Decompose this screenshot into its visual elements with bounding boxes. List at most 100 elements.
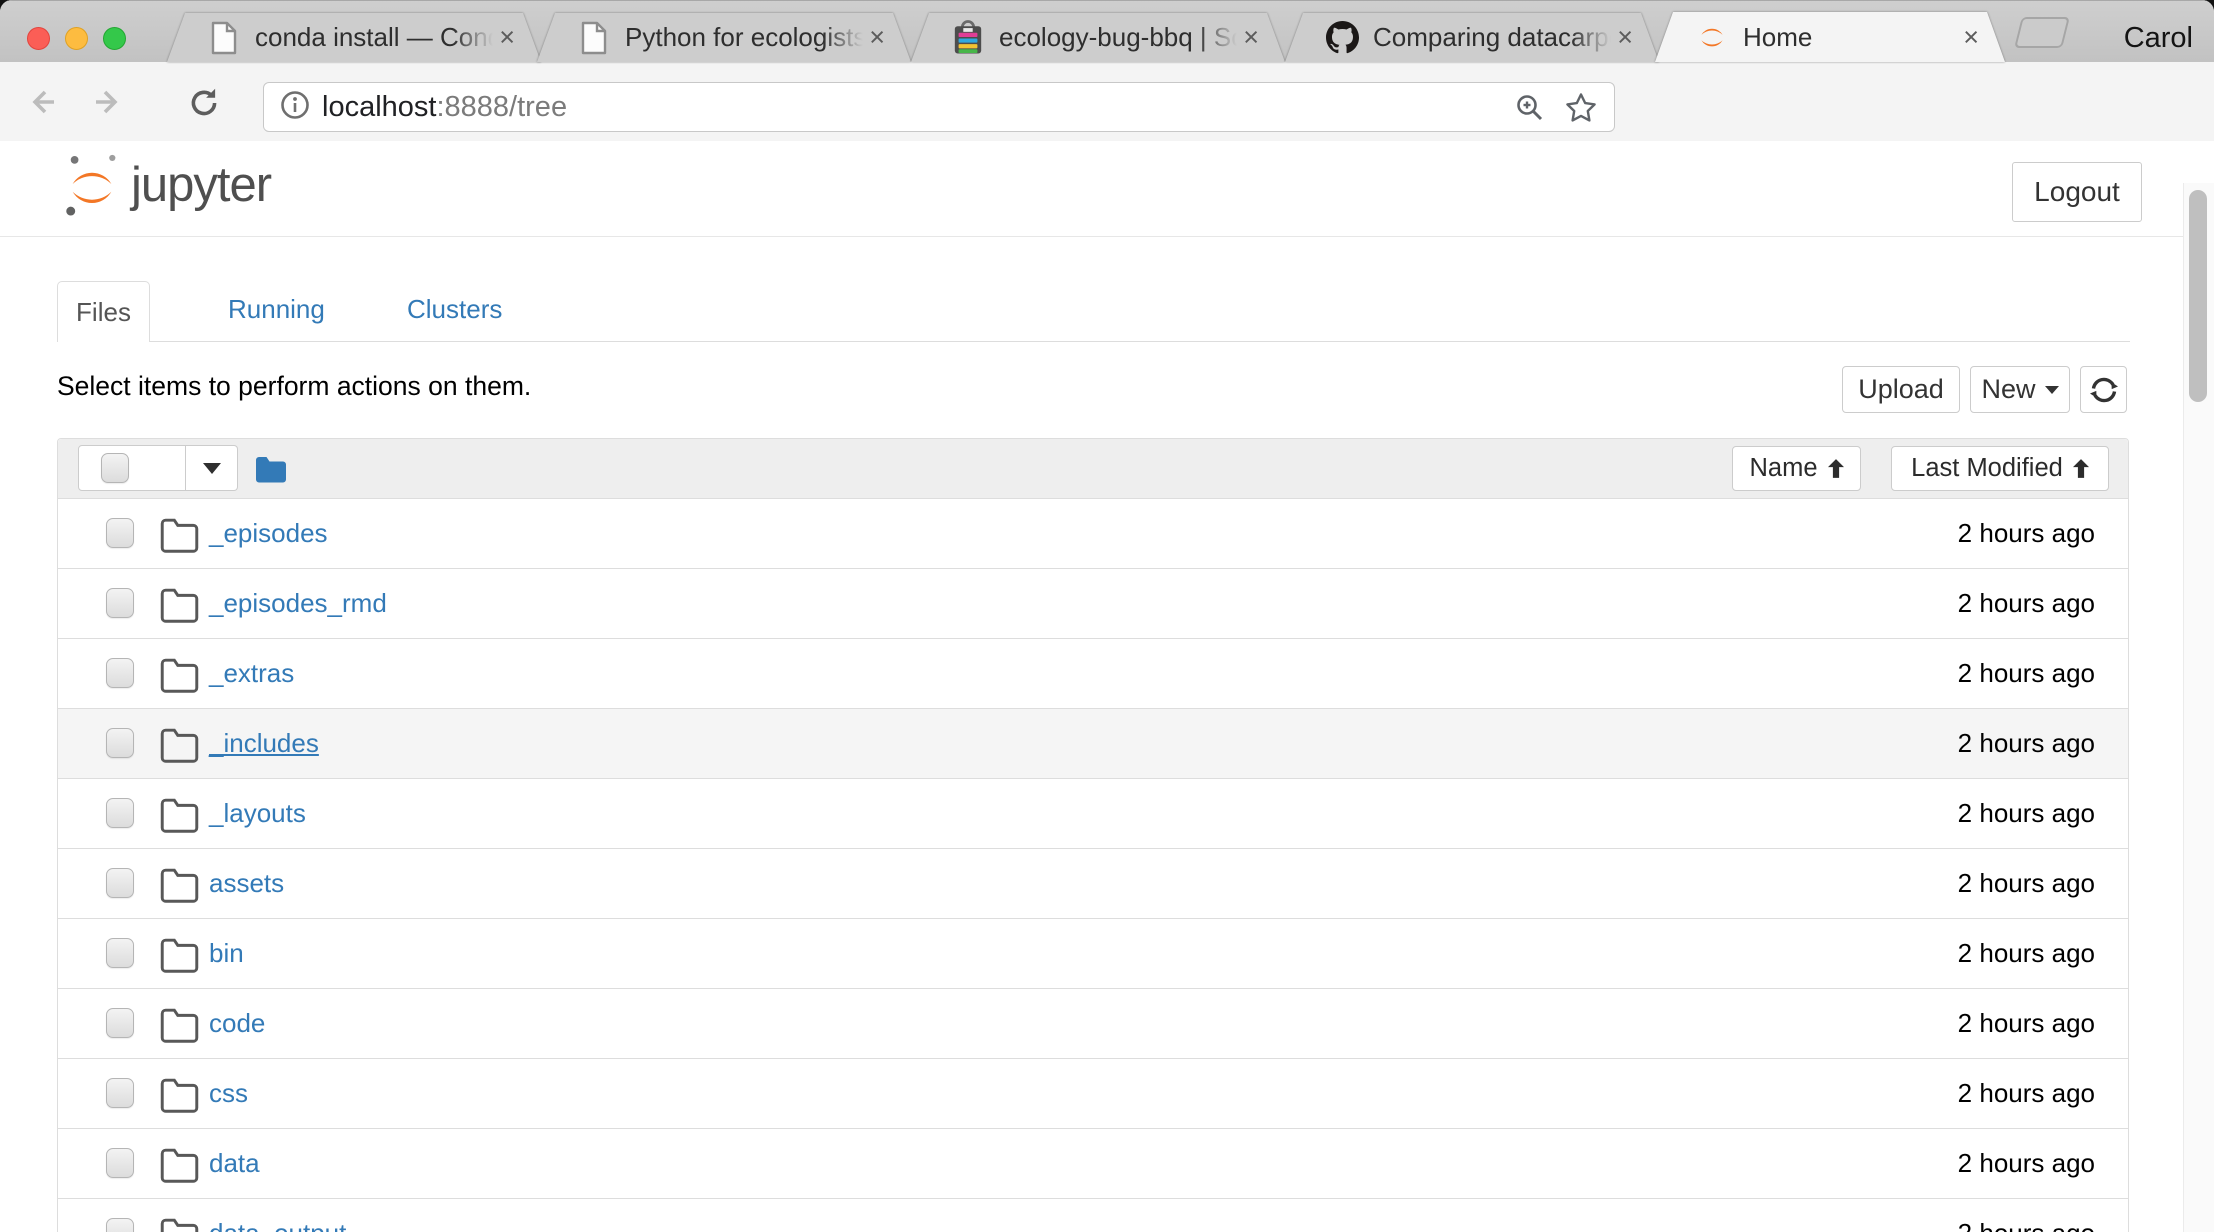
file-row[interactable]: _episodes 2 hours ago	[58, 499, 2128, 569]
close-tab-icon[interactable]: ×	[499, 24, 515, 51]
document-icon	[577, 20, 611, 56]
upload-button[interactable]: Upload	[1842, 366, 1960, 413]
row-checkbox[interactable]	[106, 1148, 134, 1178]
file-row[interactable]: _extras 2 hours ago	[58, 639, 2128, 709]
browser-tab-home-active[interactable]: Home ×	[1655, 12, 2005, 62]
file-list-header: Name Last Modified	[58, 439, 2128, 499]
select-all-checkbox[interactable]	[101, 453, 129, 483]
back-icon[interactable]	[26, 85, 60, 124]
jupyter-logo[interactable]: jupyter	[63, 152, 272, 218]
row-checkbox[interactable]	[106, 938, 134, 968]
reload-icon[interactable]	[186, 85, 222, 126]
browser-tab-bbq[interactable]: ecology-bug-bbq | Softw ×	[911, 13, 1285, 62]
folder-link[interactable]: _episodes	[209, 499, 328, 568]
folder-link[interactable]: data	[209, 1129, 260, 1198]
zoom-icon[interactable]	[1514, 92, 1546, 129]
browser-profile-name[interactable]: Carol	[2124, 22, 2193, 55]
browser-tab-ecologists[interactable]: Python for ecologists: Se ×	[537, 13, 911, 62]
folder-icon	[157, 1075, 202, 1118]
row-checkbox[interactable]	[106, 1078, 134, 1108]
file-row[interactable]: css 2 hours ago	[58, 1059, 2128, 1129]
folder-icon	[157, 655, 202, 698]
page-info-icon[interactable]	[280, 90, 310, 125]
file-row[interactable]: data_output 2 hours ago	[58, 1199, 2128, 1232]
file-row[interactable]: data 2 hours ago	[58, 1129, 2128, 1199]
document-icon	[207, 20, 241, 56]
browser-tab-github[interactable]: Comparing datacarpente ×	[1285, 13, 1659, 62]
zoom-window-button[interactable]	[103, 27, 126, 50]
folder-icon	[157, 865, 202, 908]
last-modified-text: 2 hours ago	[1957, 728, 2095, 758]
sort-by-modified-button[interactable]: Last Modified	[1891, 446, 2109, 491]
refresh-icon	[2089, 377, 2118, 402]
file-row[interactable]: bin 2 hours ago	[58, 919, 2128, 989]
select-button-group	[78, 445, 238, 491]
row-checkbox[interactable]	[106, 518, 134, 548]
browser-toolbar: localhost :8888/tree G U S B a	[0, 62, 2214, 189]
close-tab-icon[interactable]: ×	[869, 24, 885, 51]
folder-link[interactable]: assets	[209, 849, 284, 918]
last-modified-text: 2 hours ago	[1957, 518, 2095, 548]
select-dropdown-button[interactable]	[186, 445, 238, 491]
address-bar[interactable]: localhost :8888/tree	[263, 82, 1615, 132]
browser-tab-conda[interactable]: conda install — Conda do ×	[167, 13, 541, 62]
bbq-grill-icon	[951, 20, 985, 56]
row-checkbox[interactable]	[106, 588, 134, 618]
jupyter-nav-tabs: Files Running Clusters	[57, 281, 2130, 342]
folder-link[interactable]: _includes	[209, 709, 319, 778]
file-row[interactable]: assets 2 hours ago	[58, 849, 2128, 919]
file-row[interactable]: code 2 hours ago	[58, 989, 2128, 1059]
last-modified-text: 2 hours ago	[1957, 868, 2095, 898]
close-tab-icon[interactable]: ×	[1617, 24, 1633, 51]
github-icon	[1325, 20, 1359, 56]
close-tab-icon[interactable]: ×	[1243, 24, 1259, 51]
select-items-message: Select items to perform actions on them.	[57, 371, 532, 401]
tab-title: Python for ecologists: Se	[625, 22, 864, 52]
jupyter-logo-icon	[66, 154, 116, 216]
tab-running[interactable]: Running	[228, 294, 325, 325]
tab-files[interactable]: Files	[57, 281, 150, 342]
folder-filter-icon[interactable]	[253, 454, 289, 489]
folder-icon	[157, 1145, 202, 1188]
row-checkbox[interactable]	[106, 798, 134, 828]
folder-icon	[157, 585, 202, 628]
url-host: localhost	[322, 90, 437, 123]
row-checkbox[interactable]	[106, 868, 134, 898]
logout-button[interactable]: Logout	[2012, 162, 2142, 222]
minimize-window-button[interactable]	[65, 27, 88, 50]
close-window-button[interactable]	[27, 27, 50, 50]
row-checkbox[interactable]	[106, 1218, 134, 1232]
folder-link[interactable]: code	[209, 989, 265, 1058]
select-all-button[interactable]	[78, 445, 186, 491]
last-modified-text: 2 hours ago	[1957, 588, 2095, 618]
row-checkbox[interactable]	[106, 1008, 134, 1038]
forward-icon[interactable]	[90, 85, 124, 124]
last-modified-text: 2 hours ago	[1957, 658, 2095, 688]
file-row-hovered[interactable]: _includes 2 hours ago	[58, 709, 2128, 779]
tab-title: ecology-bug-bbq | Softw	[999, 22, 1237, 53]
file-row[interactable]: _layouts 2 hours ago	[58, 779, 2128, 849]
new-dropdown-button[interactable]: New	[1970, 366, 2070, 413]
new-tab-button[interactable]	[2014, 17, 2070, 48]
row-checkbox[interactable]	[106, 658, 134, 688]
file-list: Name Last Modified _episodes 2 hours ago…	[57, 438, 2129, 1232]
tab-clusters[interactable]: Clusters	[407, 294, 502, 325]
folder-link[interactable]: bin	[209, 919, 244, 988]
last-modified-text: 2 hours ago	[1957, 798, 2095, 828]
folder-icon	[157, 1005, 202, 1048]
browser-window: conda install — Conda do × Python for ec…	[0, 0, 2214, 1232]
folder-link[interactable]: data_output	[209, 1199, 346, 1232]
refresh-button[interactable]	[2080, 366, 2127, 413]
close-tab-icon[interactable]: ×	[1963, 24, 1979, 51]
bookmark-star-icon[interactable]	[1564, 91, 1598, 130]
folder-link[interactable]: css	[209, 1059, 248, 1128]
file-row[interactable]: _episodes_rmd 2 hours ago	[58, 569, 2128, 639]
folder-link[interactable]: _extras	[209, 639, 294, 708]
sort-by-name-button[interactable]: Name	[1732, 446, 1861, 491]
scrollbar-thumb[interactable]	[2189, 190, 2207, 402]
last-modified-text: 2 hours ago	[1957, 1148, 2095, 1178]
row-checkbox[interactable]	[106, 728, 134, 758]
folder-icon	[157, 935, 202, 978]
folder-link[interactable]: _layouts	[209, 779, 306, 848]
folder-link[interactable]: _episodes_rmd	[209, 569, 387, 638]
